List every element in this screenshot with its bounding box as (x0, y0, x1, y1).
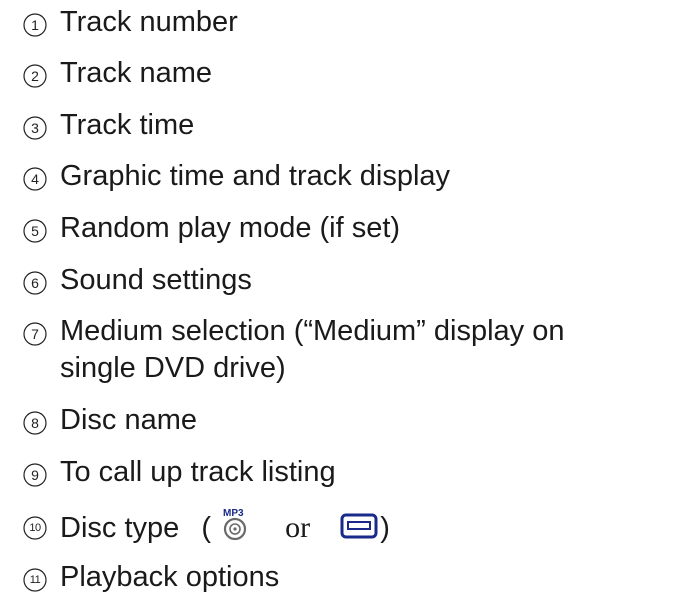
legend-label: Track time (60, 109, 195, 141)
svg-text:9: 9 (31, 467, 39, 483)
circled-number-2: 2 (20, 61, 50, 91)
svg-text:6: 6 (31, 275, 39, 291)
svg-text:11: 11 (30, 574, 41, 586)
legend-item: 5 Random play mode (if set) (20, 210, 400, 247)
legend-label: Medium selection (“Medium” display on si… (60, 313, 564, 387)
legend-item: 10 Disc type ( MP3 or ) (20, 507, 390, 551)
legend-label: Disc type ( MP3 or ) (60, 507, 390, 551)
legend-label: Disc name (60, 404, 197, 436)
disc-type-label: Disc type (60, 512, 180, 544)
legend-item: 11 Playback options (20, 559, 279, 596)
svg-text:8: 8 (31, 415, 39, 431)
circled-number-5: 5 (20, 216, 50, 246)
legend-item: 6 Sound settings (20, 262, 252, 299)
circled-number-9: 9 (20, 460, 50, 490)
legend-item: 8 Disc name (20, 402, 197, 439)
circled-number-7: 7 (20, 319, 50, 349)
legend-label: Track number (60, 6, 238, 38)
or-text: or (285, 511, 311, 544)
legend-label: Random play mode (if set) (60, 212, 401, 244)
svg-text:10: 10 (29, 522, 41, 534)
paren-open: ( (201, 512, 211, 544)
legend-label: Graphic time and track display (60, 160, 451, 192)
svg-text:2: 2 (31, 68, 39, 84)
circled-number-3: 3 (20, 113, 50, 143)
legend-label: To call up track listing (60, 456, 336, 488)
legend-item: 2 Track name (20, 55, 212, 92)
disc-slot-icon (340, 511, 380, 551)
legend-item: 9 To call up track listing (20, 454, 336, 491)
svg-text:4: 4 (31, 171, 39, 187)
legend-item: 7 Medium selection (“Medium” display on … (20, 313, 564, 387)
circled-number-11: 11 (20, 565, 50, 595)
circled-number-10: 10 (20, 513, 50, 543)
legend-item: 1 Track number (20, 4, 238, 41)
circled-number-1: 1 (20, 10, 50, 40)
legend-item: 4 Graphic time and track display (20, 158, 450, 195)
svg-text:5: 5 (31, 223, 39, 239)
legend-item: 3 Track time (20, 107, 194, 144)
circled-number-4: 4 (20, 164, 50, 194)
svg-text:MP3: MP3 (223, 508, 244, 519)
legend-label: Track name (60, 57, 213, 89)
svg-text:7: 7 (31, 326, 39, 342)
circled-number-6: 6 (20, 268, 50, 298)
legend-label-line-2: single DVD drive) (60, 352, 286, 384)
svg-text:1: 1 (31, 17, 39, 33)
circled-number-8: 8 (20, 408, 50, 438)
legend-label: Playback options (60, 561, 280, 593)
svg-text:3: 3 (31, 120, 39, 136)
legend-label-line-1: Medium selection (“Medium” display on (60, 315, 565, 347)
paren-close: ) (380, 512, 390, 544)
mp3-disc-icon: MP3 (219, 507, 255, 551)
legend-label: Sound settings (60, 264, 252, 296)
